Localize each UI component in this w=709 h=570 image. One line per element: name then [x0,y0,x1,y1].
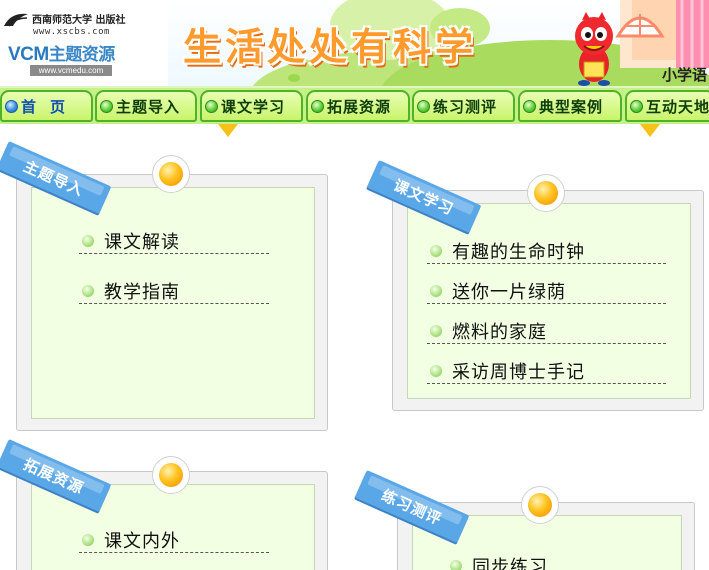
nav-bullet-icon [630,99,643,113]
bullet-icon [82,533,94,546]
bullet-icon [82,234,94,247]
nav-bullet-icon [205,99,218,113]
nav-item-label: 练习测评 [433,97,498,116]
page-title: 生活处处有科学 [183,25,478,69]
link-green-shade[interactable]: 送你一片绿荫 [427,278,666,304]
link-label: 课文内外 [104,530,180,552]
bullet-icon [430,364,442,377]
nav-pointer [218,124,238,137]
nav-bullet-icon [417,99,430,113]
nav-item-text-study[interactable]: 课文学习 [200,90,303,122]
link-life-clock[interactable]: 有趣的生命时钟 [427,238,666,264]
nav-item-label: 拓展资源 [327,97,392,116]
link-dr-zhou-notes[interactable]: 采访周博士手记 [427,358,666,384]
publisher-logo-icon [4,13,28,27]
nav-item-label: 主题导入 [116,97,181,116]
nav-bullet-icon [311,99,324,113]
vcm-logo-text: VCM [8,44,49,65]
nav-bullet-icon [523,99,536,113]
nav-bullet-icon [100,99,113,113]
house-illustration [615,0,709,68]
link-teaching-guide[interactable]: 教学指南 [79,278,269,304]
bullet-icon [430,284,442,297]
link-label: 送你一片绿荫 [452,281,566,303]
nav-item-label: 首页 [21,97,80,116]
scenery-flower [288,74,300,82]
nav-item-home[interactable]: 首页 [0,90,93,122]
link-sync-practice[interactable]: 同步练习 [447,553,667,570]
bullet-icon [430,324,442,337]
nav-bullet-icon [5,99,18,113]
main-nav: 首页 主题导入 课文学习 拓展资源 练习测评 典型案例 互动天地 [0,86,709,124]
bullet-icon [450,559,462,570]
link-label: 有趣的生命时钟 [452,241,585,263]
nav-item-practice[interactable]: 练习测评 [412,90,515,122]
link-label: 教学指南 [104,281,180,303]
logo-area: 西南师范大学 出版社 www.xscbs.com VCM主题资源 www.vcm… [0,0,168,86]
nav-item-interactive[interactable]: 互动天地 [625,90,709,122]
vcm-url: www.vcmedu.com [30,65,112,76]
link-label: 课文解读 [104,231,180,253]
vcm-logo-cn: 主题资源 [48,45,116,64]
publisher-url: www.xscbs.com [33,27,110,37]
nav-item-label: 典型案例 [539,97,604,116]
link-label: 采访周博士手记 [452,361,585,383]
link-inside-outside-text[interactable]: 课文内外 [79,527,269,553]
link-label: 同步练习 [472,556,548,570]
mascot-illustration [575,12,613,86]
nav-pointer [640,124,660,137]
pin-icon [527,174,565,212]
link-text-interpretation[interactable]: 课文解读 [79,228,269,254]
nav-item-label: 课文学习 [221,97,286,116]
pin-icon [521,486,559,524]
bullet-icon [82,284,94,297]
publisher-name: 西南师范大学 出版社 [32,15,126,26]
nav-item-theme-intro[interactable]: 主题导入 [95,90,197,122]
bullet-icon [430,244,442,257]
grade-label: 小学语 [662,66,708,84]
pin-icon [152,155,190,193]
nav-item-extended-resources[interactable]: 拓展资源 [306,90,410,122]
page-header: 西南师范大学 出版社 www.xscbs.com VCM主题资源 www.vcm… [0,0,709,86]
nav-item-cases[interactable]: 典型案例 [518,90,622,122]
nav-item-label: 互动天地 [646,97,709,116]
vcm-logo[interactable]: VCM主题资源 [8,40,115,66]
link-fuel-family[interactable]: 燃料的家庭 [427,318,666,344]
pin-icon [152,456,190,494]
link-label: 燃料的家庭 [452,321,547,343]
